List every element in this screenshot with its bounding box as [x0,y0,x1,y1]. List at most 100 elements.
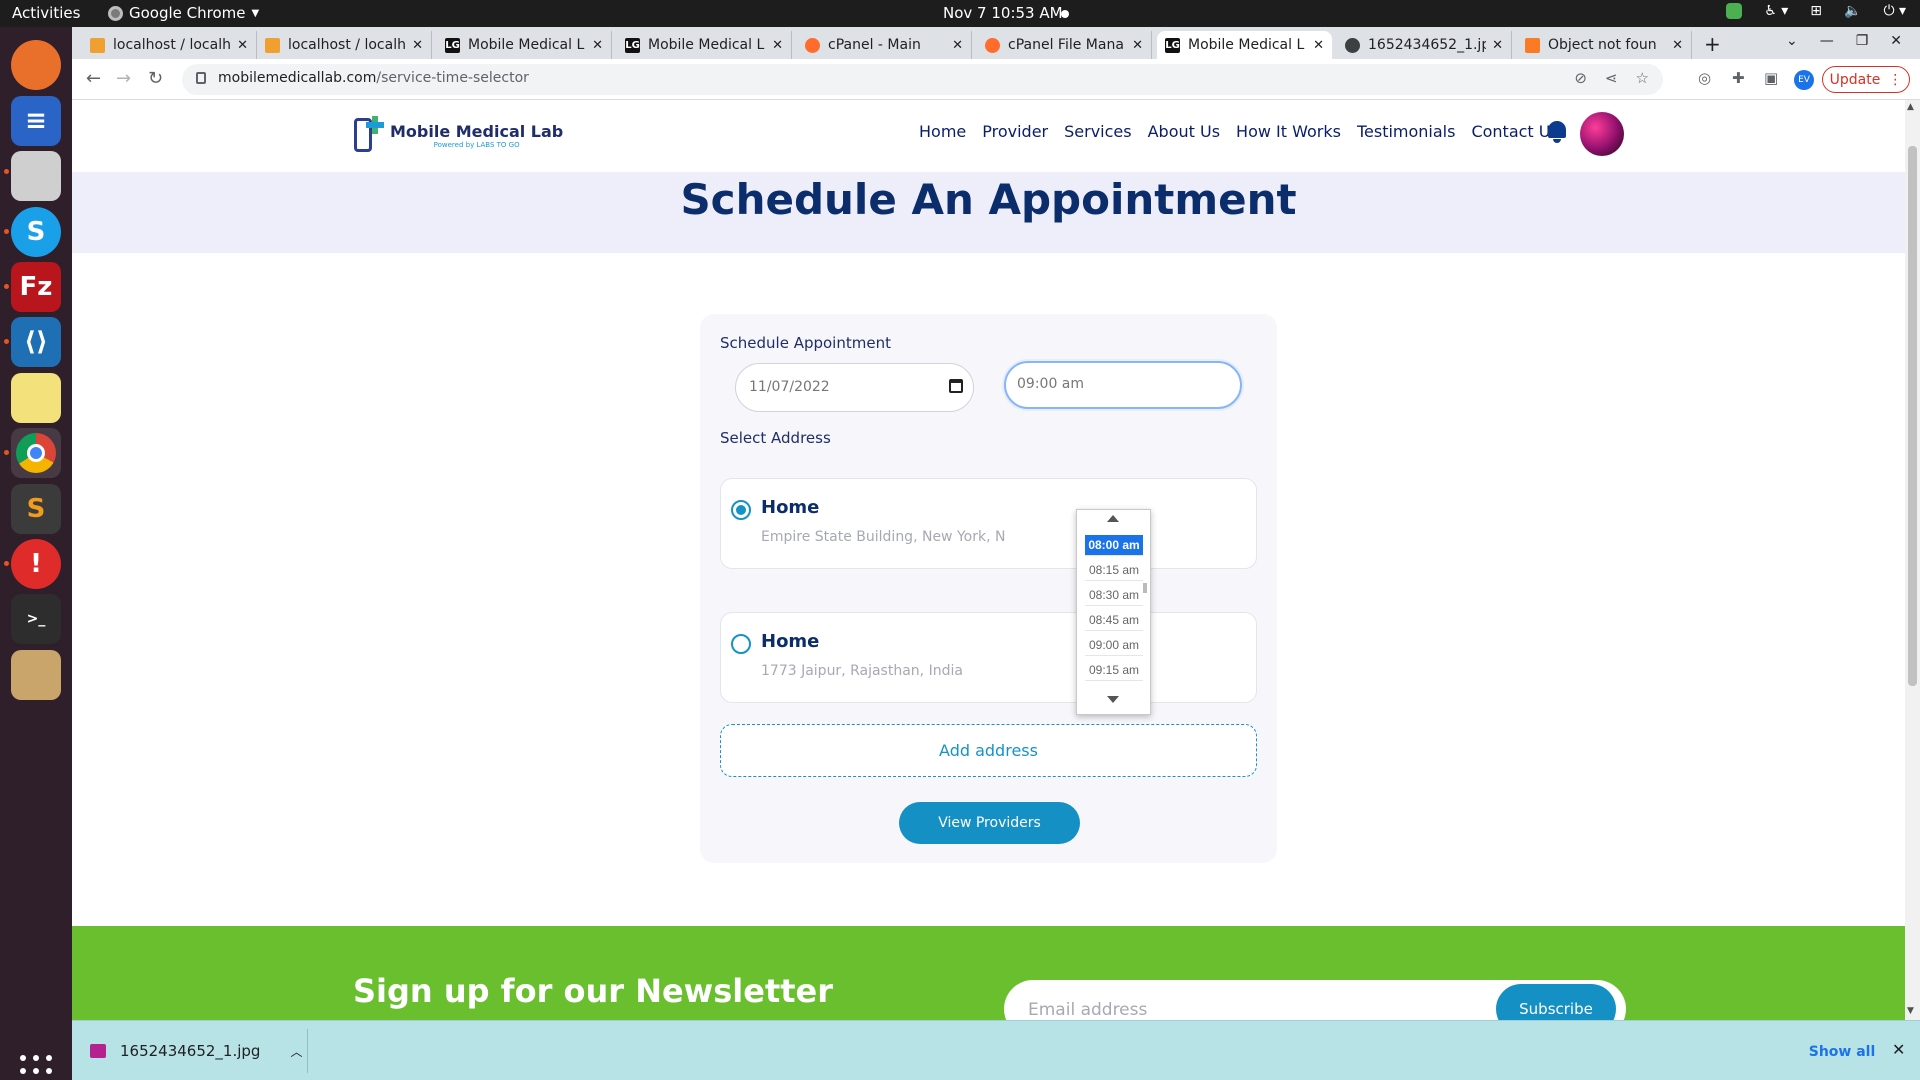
calendar-icon[interactable] [949,379,963,393]
nav-testimonials[interactable]: Testimonials [1357,122,1456,141]
site-logo[interactable]: Mobile Medical Lab Powered by LABS TO GO [352,114,563,156]
newsletter-email-input[interactable]: Email address Subscribe [1004,980,1626,1020]
page-scrollbar[interactable]: ▲ ▼ [1905,100,1920,1020]
url-text[interactable]: mobilemedicallab.com/service-time-select… [218,70,529,86]
time-dropdown[interactable]: 08:00 am 08:15 am 08:30 am 08:45 am 09:0… [1076,509,1151,715]
reload-icon[interactable]: ↻ [148,68,163,89]
running-indicator [4,169,9,174]
nav-how-it-works[interactable]: How It Works [1236,122,1341,141]
browser-tab[interactable]: cPanel - Main ✕ [797,31,972,59]
firefox-icon[interactable] [11,40,61,90]
sticky-notes-icon[interactable] [11,373,61,423]
minimize-icon[interactable]: — [1820,33,1834,49]
bell-icon[interactable] [1546,118,1568,144]
security-tray-icon[interactable] [1726,3,1743,19]
tab-search-icon[interactable]: ⌄ [1786,33,1798,49]
close-tab-icon[interactable]: ✕ [1492,38,1503,53]
activities-button[interactable]: Activities [12,4,80,22]
address-option[interactable]: Home 1773 Jaipur, Rajasthan, India [720,612,1257,703]
close-tab-icon[interactable]: ✕ [1313,38,1324,53]
writer-icon[interactable]: ≡ [11,96,61,146]
address-bar[interactable]: mobilemedicallab.com/service-time-select… [182,64,1663,95]
close-tab-icon[interactable]: ✕ [412,38,423,53]
nav-provider[interactable]: Provider [982,122,1048,141]
dropdown-scroll-thumb[interactable] [1143,583,1147,593]
tab-title: cPanel - Main [828,37,921,53]
time-option[interactable]: 09:00 am [1085,635,1143,656]
subscribe-button[interactable]: Subscribe [1496,984,1616,1020]
new-tab-icon[interactable]: + [1704,32,1721,56]
close-tab-icon[interactable]: ✕ [952,38,963,53]
archive-manager-icon[interactable] [11,650,61,700]
chrome-dock-icon[interactable] [11,428,61,478]
close-tab-icon[interactable]: ✕ [237,38,248,53]
nav-about-us[interactable]: About Us [1148,122,1220,141]
restore-icon[interactable]: ❐ [1856,33,1869,49]
close-shelf-icon[interactable]: ✕ [1892,1040,1905,1059]
power-icon[interactable]: ⏻ ▾ [1883,3,1906,19]
browser-tab[interactable]: Object not foun ✕ [1517,31,1692,59]
volume-icon[interactable]: 🔈 [1844,3,1861,19]
scroll-up-arrow-icon[interactable] [1107,515,1119,522]
browser-tab[interactable]: LG Mobile Medical L ✕ [617,31,792,59]
address-radio[interactable] [731,634,751,654]
sublime-text-icon[interactable]: S [11,484,61,534]
browser-tab[interactable]: localhost / localh ✕ [257,31,432,59]
close-tab-icon[interactable]: ✕ [1672,38,1683,53]
browser-tab[interactable]: LG Mobile Medical L ✕ [437,31,612,59]
nav-home[interactable]: Home [919,122,966,141]
close-tab-icon[interactable]: ✕ [592,38,603,53]
back-icon[interactable]: ← [86,68,101,89]
scroll-down-icon[interactable]: ▼ [1907,1006,1914,1016]
browser-tab[interactable]: localhost / localh ✕ [82,31,257,59]
address-radio-selected[interactable] [731,500,751,520]
time-input[interactable]: 09:00 am [1004,361,1242,409]
address-option[interactable]: Home Empire State Building, New York, N [720,478,1257,569]
extension-icon[interactable]: ◎ [1698,69,1711,87]
close-tab-icon[interactable]: ✕ [772,38,783,53]
scroll-down-arrow-icon[interactable] [1107,696,1119,703]
download-item[interactable]: 1652434652_1.jpg ︿ [90,1042,302,1060]
browser-tab[interactable]: cPanel File Mana ✕ [977,31,1152,59]
show-all-button[interactable]: Show all [1802,1037,1882,1067]
terminal-icon[interactable]: >_ [11,594,61,644]
scroll-up-icon[interactable]: ▲ [1907,102,1914,112]
time-option[interactable]: 08:45 am [1085,610,1143,631]
filezilla-icon[interactable]: Fz [11,262,61,312]
lock-icon[interactable] [196,72,206,84]
add-address-button[interactable]: Add address [720,724,1257,777]
caret-down-icon: ▼ [251,7,260,19]
profile-avatar[interactable]: EV [1794,70,1814,90]
close-window-icon[interactable]: ✕ [1890,33,1902,49]
skype-icon[interactable]: S [11,207,61,257]
browser-tab-active[interactable]: LG Mobile Medical L ✕ [1157,31,1332,59]
browser-tab[interactable]: 1652434652_1.jp ✕ [1337,31,1512,59]
user-avatar[interactable] [1580,112,1624,156]
vscode-icon[interactable]: ⟨⟩ [11,317,61,367]
update-button[interactable]: Update ⋮ [1822,66,1910,93]
chevron-up-icon[interactable]: ︿ [290,1043,302,1060]
nav-services[interactable]: Services [1064,122,1131,141]
show-applications-icon[interactable] [20,1055,52,1080]
update-alert-icon[interactable]: ! [11,539,61,589]
view-providers-button[interactable]: View Providers [899,802,1080,844]
puzzle-extensions-icon[interactable]: ✚ [1732,69,1745,87]
date-input[interactable]: 11/07/2022 [735,363,974,412]
bookmark-star-icon[interactable]: ☆ [1636,69,1649,87]
accessibility-icon[interactable]: ♿ ▾ [1764,3,1788,19]
scrollbar-thumb[interactable] [1908,146,1917,686]
side-panel-icon[interactable]: ▣ [1764,69,1778,87]
time-option[interactable]: 09:15 am [1085,660,1143,681]
files-icon[interactable] [11,151,61,201]
close-tab-icon[interactable]: ✕ [1132,38,1143,53]
time-option[interactable]: 08:30 am [1085,585,1143,606]
share-icon[interactable]: ⋖ [1605,69,1618,87]
time-option[interactable]: 08:15 am [1085,560,1143,581]
clock[interactable]: Nov 7 10:53 AM [943,4,1063,22]
blocked-popup-icon[interactable]: ⊘ [1574,69,1587,87]
forward-icon[interactable]: → [116,68,131,89]
time-option-highlighted[interactable]: 08:00 am [1085,535,1143,556]
network-icon[interactable]: ⊞ [1810,3,1822,19]
app-menu[interactable]: Google Chrome ▼ [108,4,259,22]
system-tray[interactable]: ♿ ▾ ⊞ 🔈 ⏻ ▾ [1726,3,1906,19]
